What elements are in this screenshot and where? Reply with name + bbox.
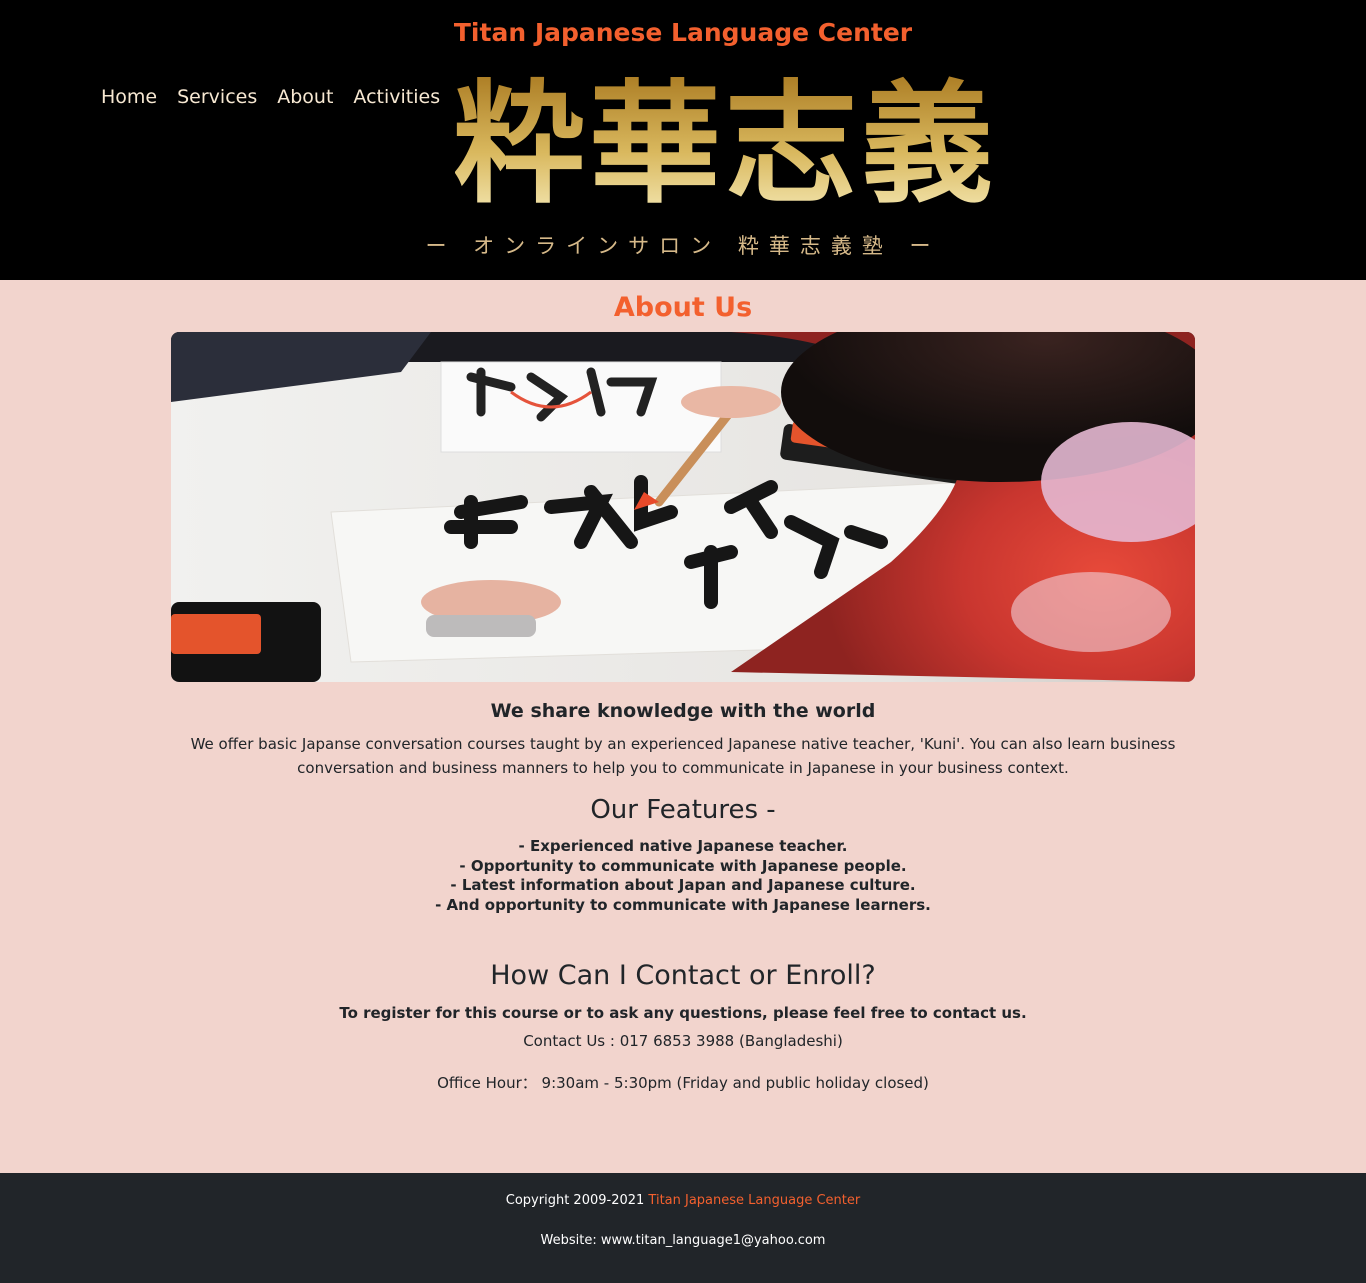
nav-activities-link[interactable]: Activities	[353, 86, 440, 108]
about-section: About Us We share knowledge with the wor…	[0, 280, 1366, 1173]
contact-phone: Contact Us : 017 6853 3988 (Bangladeshi)	[523, 1032, 843, 1050]
site-header: Titan Japanese Language Center Home Serv…	[0, 0, 1366, 280]
nav-services-link[interactable]: Services	[177, 86, 257, 108]
footer-website: Website: www.titan_language1@yahoo.com	[540, 1233, 826, 1248]
section-subheading: We share knowledge with the world	[490, 700, 876, 722]
nav-about-link[interactable]: About	[277, 86, 333, 108]
copyright: Copyright 2009-2021 Titan Japanese Langu…	[0, 1193, 1366, 1208]
site-title: Titan Japanese Language Center	[453, 18, 913, 47]
logo-subtitle: ー オンラインサロン 粋華志義塾 ー	[425, 234, 941, 258]
features-title: Our Features -	[590, 795, 776, 825]
feature-item: - Latest information about Japan and Jap…	[450, 876, 916, 894]
feature-item: - Opportunity to communicate with Japane…	[459, 856, 907, 875]
logo-kanji: 粋華志義	[455, 67, 995, 218]
intro-paragraph: We offer basic Japanse conversation cour…	[190, 735, 1176, 777]
feature-item: - And opportunity to communicate with Ja…	[435, 895, 931, 914]
site-footer: Copyright 2009-2021 Titan Japanese Langu…	[0, 1173, 1366, 1283]
features-list: - Experienced native Japanese teacher. -…	[0, 837, 1366, 915]
calligraphy-logo: 粋華志義	[455, 67, 995, 218]
calligraphy-photo	[171, 332, 1195, 682]
main-nav: Home Services About Activities	[101, 86, 440, 108]
nav-home-link[interactable]: Home	[101, 86, 157, 108]
footer-brand-link[interactable]: Titan Japanese Language Center	[648, 1193, 860, 1208]
copyright-text: Copyright 2009-2021	[505, 1193, 645, 1208]
office-hours: Office Hour： 9:30am - 5:30pm (Friday and…	[437, 1074, 929, 1092]
contact-note: To register for this course or to ask an…	[339, 1004, 1027, 1022]
feature-item: - Experienced native Japanese teacher.	[518, 837, 848, 855]
contact-title: How Can I Contact or Enroll?	[490, 960, 876, 991]
about-title: About Us	[613, 292, 753, 323]
